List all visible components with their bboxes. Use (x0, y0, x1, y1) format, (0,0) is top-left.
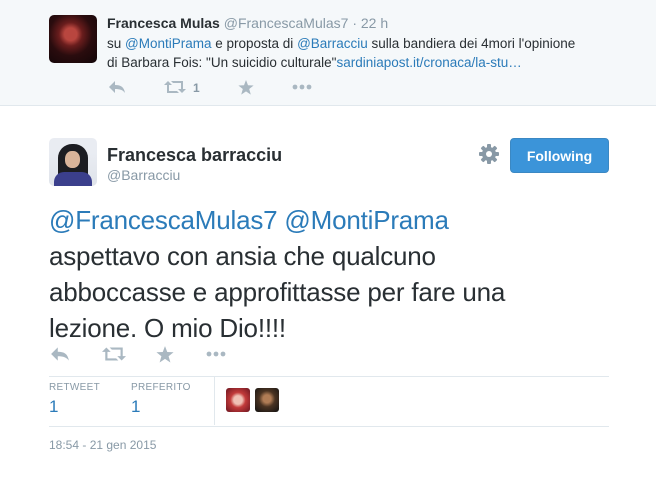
author-handle[interactable]: @Barracciu (107, 167, 180, 183)
more-icon[interactable] (206, 346, 226, 365)
author-name[interactable]: Francesca barracciu (107, 145, 282, 166)
parent-author-handle[interactable]: @FrancescaMulas7 (224, 15, 349, 31)
reply-icon[interactable] (108, 80, 126, 98)
favorite-icon[interactable] (156, 346, 174, 366)
favorite-icon[interactable] (238, 80, 254, 99)
mention-link-francescamulas7[interactable]: @FrancescaMulas7 (49, 205, 278, 235)
parent-text-segment: sulla bandiera dei 4mori l'opinione (367, 36, 576, 51)
mention-link-montiprama[interactable]: @MontiPrama (284, 205, 449, 235)
tweet-text-line: abboccasse e approfittasse per fare una (49, 277, 506, 307)
avatar-shirt (54, 172, 92, 186)
parent-tweet-text: su @MontiPrama e proposta di @Barracciu … (107, 34, 607, 72)
favorite-stat-label: PREFERITO (131, 382, 191, 393)
tweet-text-line: lezione. O mio Dio!!!! (49, 313, 286, 343)
following-button[interactable]: Following (510, 138, 609, 173)
retweet-count: 1 (193, 81, 200, 95)
tweet-text: @FrancescaMulas7 @MontiPrama aspettavo c… (49, 202, 619, 346)
favoriter-avatar[interactable] (255, 388, 279, 412)
parent-author-name[interactable]: Francesca Mulas (107, 15, 220, 31)
retweet-icon[interactable] (164, 80, 186, 98)
retweet-stat-value[interactable]: 1 (49, 397, 58, 417)
parent-text-segment: e proposta di (211, 36, 298, 51)
author-avatar[interactable] (49, 138, 97, 186)
reply-icon[interactable] (50, 346, 70, 365)
avatar-face (65, 151, 80, 168)
parent-text-segment: di Barbara Fois: "Un suicidio culturale" (107, 55, 337, 70)
favorite-stat-value[interactable]: 1 (131, 397, 140, 417)
gear-icon[interactable] (478, 143, 500, 165)
tweet-timestamp[interactable]: 18:54 - 21 gen 2015 (49, 438, 156, 452)
parent-avatar[interactable] (49, 15, 97, 63)
retweet-icon[interactable] (102, 346, 126, 365)
retweet-stat-label: RETWEET (49, 382, 100, 393)
mention-link-montiprama[interactable]: @MontiPrama (125, 36, 211, 51)
stats-divider-bottom (49, 426, 609, 427)
parent-text-segment: su (107, 36, 126, 51)
stats-separator (214, 377, 215, 425)
tweet-text-line: aspettavo con ansia che qualcuno (49, 241, 436, 271)
parent-tweet-time[interactable]: · 22 h (352, 15, 388, 31)
stats-divider-top (49, 376, 609, 377)
parent-tweet-header: Francesca Mulas @FrancescaMulas7 · 22 h (107, 15, 388, 31)
article-link[interactable]: sardiniapost.it/cronaca/la-stu… (336, 55, 521, 70)
mention-link-barracciu[interactable]: @Barracciu (297, 36, 368, 51)
more-icon[interactable] (292, 80, 312, 98)
favoriter-avatar[interactable] (226, 388, 250, 412)
parent-tweet[interactable]: Francesca Mulas @FrancescaMulas7 · 22 h … (0, 0, 656, 106)
